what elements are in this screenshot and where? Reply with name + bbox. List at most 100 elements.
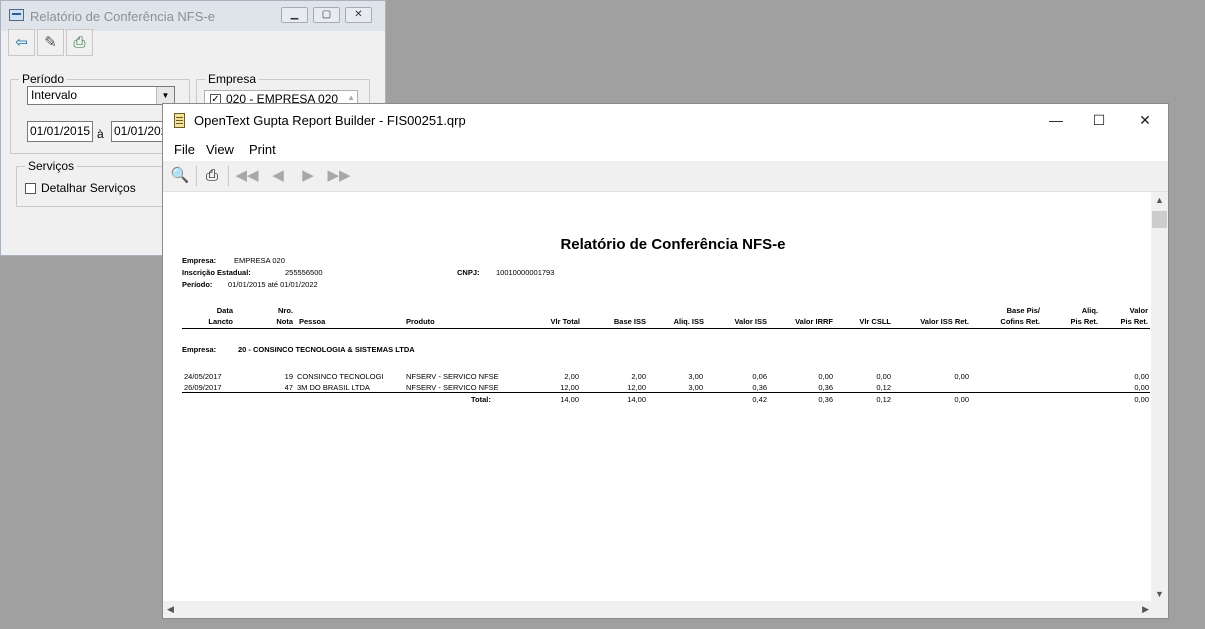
header-base-pis: Base Pis/ <box>1006 306 1040 315</box>
detalhar-servicos-label: Detalhar Serviços <box>41 181 136 195</box>
vertical-scroll-thumb[interactable] <box>1152 211 1167 228</box>
header-pis-ret: Pis Ret. <box>1070 317 1098 326</box>
report-toolbar: 🔍 ⎙ ◀◀ ◀ ▶ ▶▶ <box>163 161 1168 192</box>
header-lancto: Lancto <box>208 317 233 326</box>
header-produto: Produto <box>406 317 435 326</box>
header-vlr-total: Vlr Total <box>550 317 580 326</box>
horizontal-scrollbar[interactable]: ◀ ▶ <box>163 601 1153 618</box>
menu-file[interactable]: File <box>174 142 195 157</box>
scroll-up-icon[interactable]: ▲ <box>1155 195 1164 205</box>
report-page: Relatório de Conferência NFS-e Empresa: … <box>163 192 1153 602</box>
total-valor-irrf: 0,36 <box>818 395 833 404</box>
cell-vlr-total: 2,00 <box>564 372 579 381</box>
date-to-field[interactable]: 01/01/2022 <box>111 121 165 142</box>
header-valor-irrf: Valor IRRF <box>795 317 833 326</box>
servicos-legend: Serviços <box>28 159 75 173</box>
cell-pessoa: CONSINCO TECNOLOGI <box>297 372 384 381</box>
cnpj-value: 10010000001793 <box>496 268 555 277</box>
previous-page-icon[interactable]: ◀ <box>269 165 287 187</box>
cell-valor-irrf: 0,36 <box>818 383 833 392</box>
header-base-iss: Base ISS <box>613 317 646 326</box>
header-nota: Nota <box>276 317 293 326</box>
header-data: Data <box>216 306 233 315</box>
cell-valor-pis-ret: 0,00 <box>1134 383 1149 392</box>
scrollbar-corner <box>1151 601 1168 618</box>
header-valor: Valor <box>1129 306 1148 315</box>
menu-view[interactable]: View <box>206 142 234 157</box>
cell-valor-iss: 0,36 <box>752 383 767 392</box>
total-valor-iss-ret: 0,00 <box>954 395 969 404</box>
group-label: Empresa: <box>182 345 217 354</box>
window-title: OpenText Gupta Report Builder - FIS00251… <box>194 113 466 128</box>
header-aliq: Aliq. <box>1081 306 1098 315</box>
dialog-title: Relatório de Conferência NFS-e <box>30 9 215 24</box>
total-vlr-csll: 0,12 <box>876 395 891 404</box>
cell-produto: NFSERV - SERVICO NFSE <box>406 372 499 381</box>
empresa-label: Empresa: <box>182 256 217 265</box>
header-vlr-csll: Vlr CSLL <box>859 317 891 326</box>
header-valor-pis-ret: Pis Ret. <box>1120 317 1148 326</box>
ie-value: 255556500 <box>285 268 323 277</box>
total-valor-pis-ret: 0,00 <box>1134 395 1149 404</box>
next-page-icon[interactable]: ▶ <box>299 165 317 187</box>
minimize-button[interactable]: — <box>1036 110 1076 130</box>
maximize-button[interactable]: ☐ <box>1079 110 1119 130</box>
empresa-value: EMPRESA 020 <box>234 256 285 265</box>
dialog-titlebar: Relatório de Conferência NFS-e ▁ ▢ ✕ <box>1 1 385 31</box>
exit-door-icon[interactable]: ⇦ <box>8 29 35 56</box>
cell-valor-iss: 0,06 <box>752 372 767 381</box>
cell-aliq-iss: 3,00 <box>688 372 703 381</box>
periodo-value: 01/01/2015 até 01/01/2022 <box>228 280 318 289</box>
app-window-icon <box>9 9 24 21</box>
cell-data: 24/05/2017 <box>184 372 222 381</box>
detalhar-servicos-checkbox[interactable] <box>25 183 36 194</box>
header-pessoa: Pessoa <box>299 317 326 326</box>
ie-label: Inscrição Estadual: <box>182 268 251 277</box>
header-aliq-iss: Aliq. ISS <box>673 317 704 326</box>
printer-icon[interactable]: ⎙ <box>201 165 223 187</box>
menu-print[interactable]: Print <box>249 142 276 157</box>
header-valor-iss: Valor ISS <box>734 317 767 326</box>
close-button[interactable]: ✕ <box>345 7 372 23</box>
cell-produto: NFSERV - SERVICO NFSE <box>406 383 499 392</box>
cell-aliq-iss: 3,00 <box>688 383 703 392</box>
header-rule <box>182 328 1150 329</box>
cell-nota: 19 <box>284 372 293 381</box>
cell-base-iss: 12,00 <box>627 383 646 392</box>
scroll-left-icon[interactable]: ◀ <box>167 604 174 615</box>
minimize-button[interactable]: ▁ <box>281 7 308 23</box>
menu-bar: File View Print <box>163 137 1168 161</box>
total-vlr-total: 14,00 <box>560 395 579 404</box>
maximize-button[interactable]: ▢ <box>313 7 340 23</box>
cell-vlr-csll: 0,00 <box>876 372 891 381</box>
close-button[interactable]: ✕ <box>1125 110 1165 130</box>
window-titlebar: OpenText Gupta Report Builder - FIS00251… <box>163 104 1168 137</box>
scroll-right-icon[interactable]: ▶ <box>1142 604 1149 615</box>
chevron-down-icon: ▼ <box>156 87 174 104</box>
cell-vlr-csll: 0,12 <box>876 383 891 392</box>
empresa-legend: Empresa <box>208 72 257 86</box>
date-separator: à <box>97 127 104 141</box>
vertical-scrollbar[interactable]: ▲ ▼ <box>1151 192 1168 602</box>
cell-vlr-total: 12,00 <box>560 383 579 392</box>
group-value: 20 - CONSINCO TECNOLOGIA & SISTEMAS LTDA <box>238 345 415 354</box>
last-page-icon[interactable]: ▶▶ <box>327 165 351 187</box>
cell-nota: 47 <box>284 383 293 392</box>
eraser-icon[interactable]: ✎ <box>37 29 64 56</box>
report-file-icon <box>174 113 185 128</box>
periodo-select-value: Intervalo <box>31 88 78 102</box>
total-label: Total: <box>471 395 491 404</box>
total-rule <box>182 392 1150 393</box>
scroll-up-icon[interactable]: ▲ <box>347 93 355 102</box>
print-preview-icon[interactable]: 🔍 <box>169 165 191 187</box>
first-page-icon[interactable]: ◀◀ <box>235 165 259 187</box>
periodo-select[interactable]: Intervalo ▼ <box>27 86 175 105</box>
periodo-label: Período: <box>182 280 213 289</box>
scroll-down-icon[interactable]: ▼ <box>1155 589 1164 599</box>
cell-valor-pis-ret: 0,00 <box>1134 372 1149 381</box>
cnpj-label: CNPJ: <box>457 268 480 277</box>
date-from-field[interactable]: 01/01/2015 <box>27 121 93 142</box>
periodo-legend: Período <box>22 72 65 86</box>
printer-icon[interactable]: ⎙ <box>66 29 93 56</box>
header-cofins-ret: Cofins Ret. <box>1000 317 1040 326</box>
